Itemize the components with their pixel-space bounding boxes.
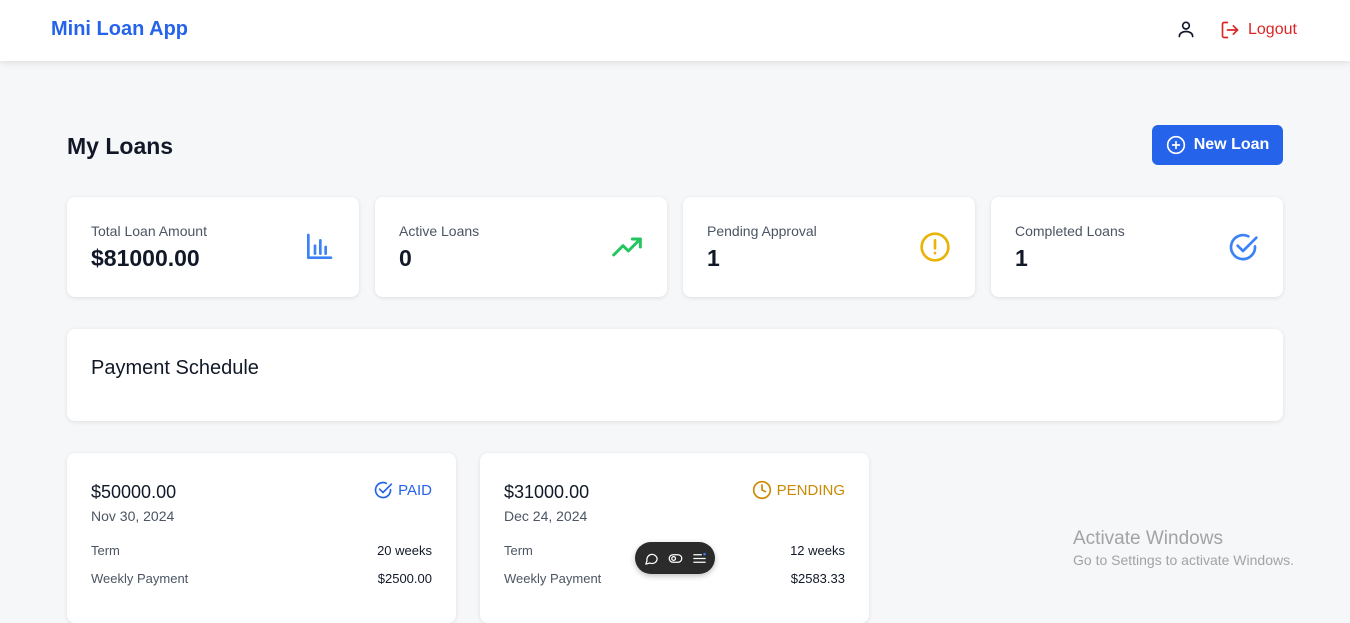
logout-label: Logout [1248, 21, 1297, 38]
stat-card-completed-loans: Completed Loans 1 [991, 197, 1283, 297]
plus-circle-icon [1166, 135, 1185, 155]
stat-label: Active Loans [399, 223, 480, 239]
top-navbar: Mini Loan App Logout [0, 0, 1350, 61]
loan-amount: $31000.00 [504, 482, 590, 502]
loan-detail-value: 20 weeks [377, 543, 432, 558]
stat-value: $81000.00 [91, 245, 200, 271]
stat-card-pending-approval: Pending Approval 1 [683, 197, 975, 297]
trending-up-icon [612, 237, 642, 257]
status-label: PENDING [776, 481, 845, 499]
logout-icon [1221, 21, 1239, 39]
loan-detail-row: Weekly Payment $2500.00 [91, 571, 432, 586]
payment-schedule-title: Payment Schedule [91, 357, 259, 379]
loan-detail-value: 12 weeks [790, 543, 845, 558]
comment-icon[interactable] [644, 551, 659, 566]
user-icon[interactable] [1176, 19, 1196, 39]
loan-detail-key: Weekly Payment [91, 571, 189, 586]
stat-label: Completed Loans [1015, 223, 1125, 239]
menu-icon[interactable] [692, 551, 707, 566]
app-brand[interactable]: Mini Loan App [51, 18, 188, 41]
watermark-title: Activate Windows [1073, 528, 1223, 549]
loan-detail-key: Term [504, 543, 533, 558]
stat-card-total-loan-amount: Total Loan Amount $81000.00 [67, 197, 359, 297]
stat-value: 1 [707, 245, 720, 271]
stat-value: 0 [399, 245, 412, 271]
stat-label: Total Loan Amount [91, 223, 207, 239]
loan-detail-value: $2583.33 [790, 571, 845, 586]
loan-detail-key: Weekly Payment [504, 571, 602, 586]
bar-chart-icon [307, 233, 333, 259]
loan-date: Nov 30, 2024 [91, 508, 175, 524]
stat-label: Pending Approval [707, 223, 817, 239]
loan-card[interactable]: $31000.00 Dec 24, 2024 PENDING Term 12 w… [480, 453, 869, 623]
toggle-icon[interactable] [668, 551, 683, 566]
stat-card-active-loans: Active Loans 0 [375, 197, 667, 297]
page-title: My Loans [67, 133, 174, 159]
loan-date: Dec 24, 2024 [504, 508, 588, 524]
floating-toolbar [635, 542, 715, 574]
loan-detail-key: Term [91, 543, 120, 558]
stat-value: 1 [1015, 245, 1028, 271]
alert-circle-icon [920, 232, 950, 262]
payment-schedule-card: Payment Schedule [67, 329, 1283, 421]
check-circle-icon [374, 481, 393, 499]
activate-windows-watermark: Activate Windows Go to Settings to activ… [1073, 528, 1294, 568]
logout-button[interactable]: Logout [1220, 18, 1297, 42]
status-badge: PENDING [752, 480, 845, 500]
status-badge: PAID [373, 480, 432, 500]
status-label: PAID [398, 481, 432, 499]
loan-detail-row: Term 20 weeks [91, 543, 432, 558]
loan-detail-value: $2500.00 [377, 571, 432, 586]
new-loan-button[interactable]: New Loan [1152, 125, 1283, 165]
clock-icon [752, 480, 771, 500]
watermark-subtitle: Go to Settings to activate Windows. [1073, 552, 1294, 568]
loan-amount: $50000.00 [91, 482, 177, 502]
new-loan-label: New Loan [1193, 136, 1270, 153]
check-circle-icon [1229, 233, 1258, 261]
loan-card[interactable]: $50000.00 Nov 30, 2024 PAID Term 20 week… [67, 453, 456, 623]
